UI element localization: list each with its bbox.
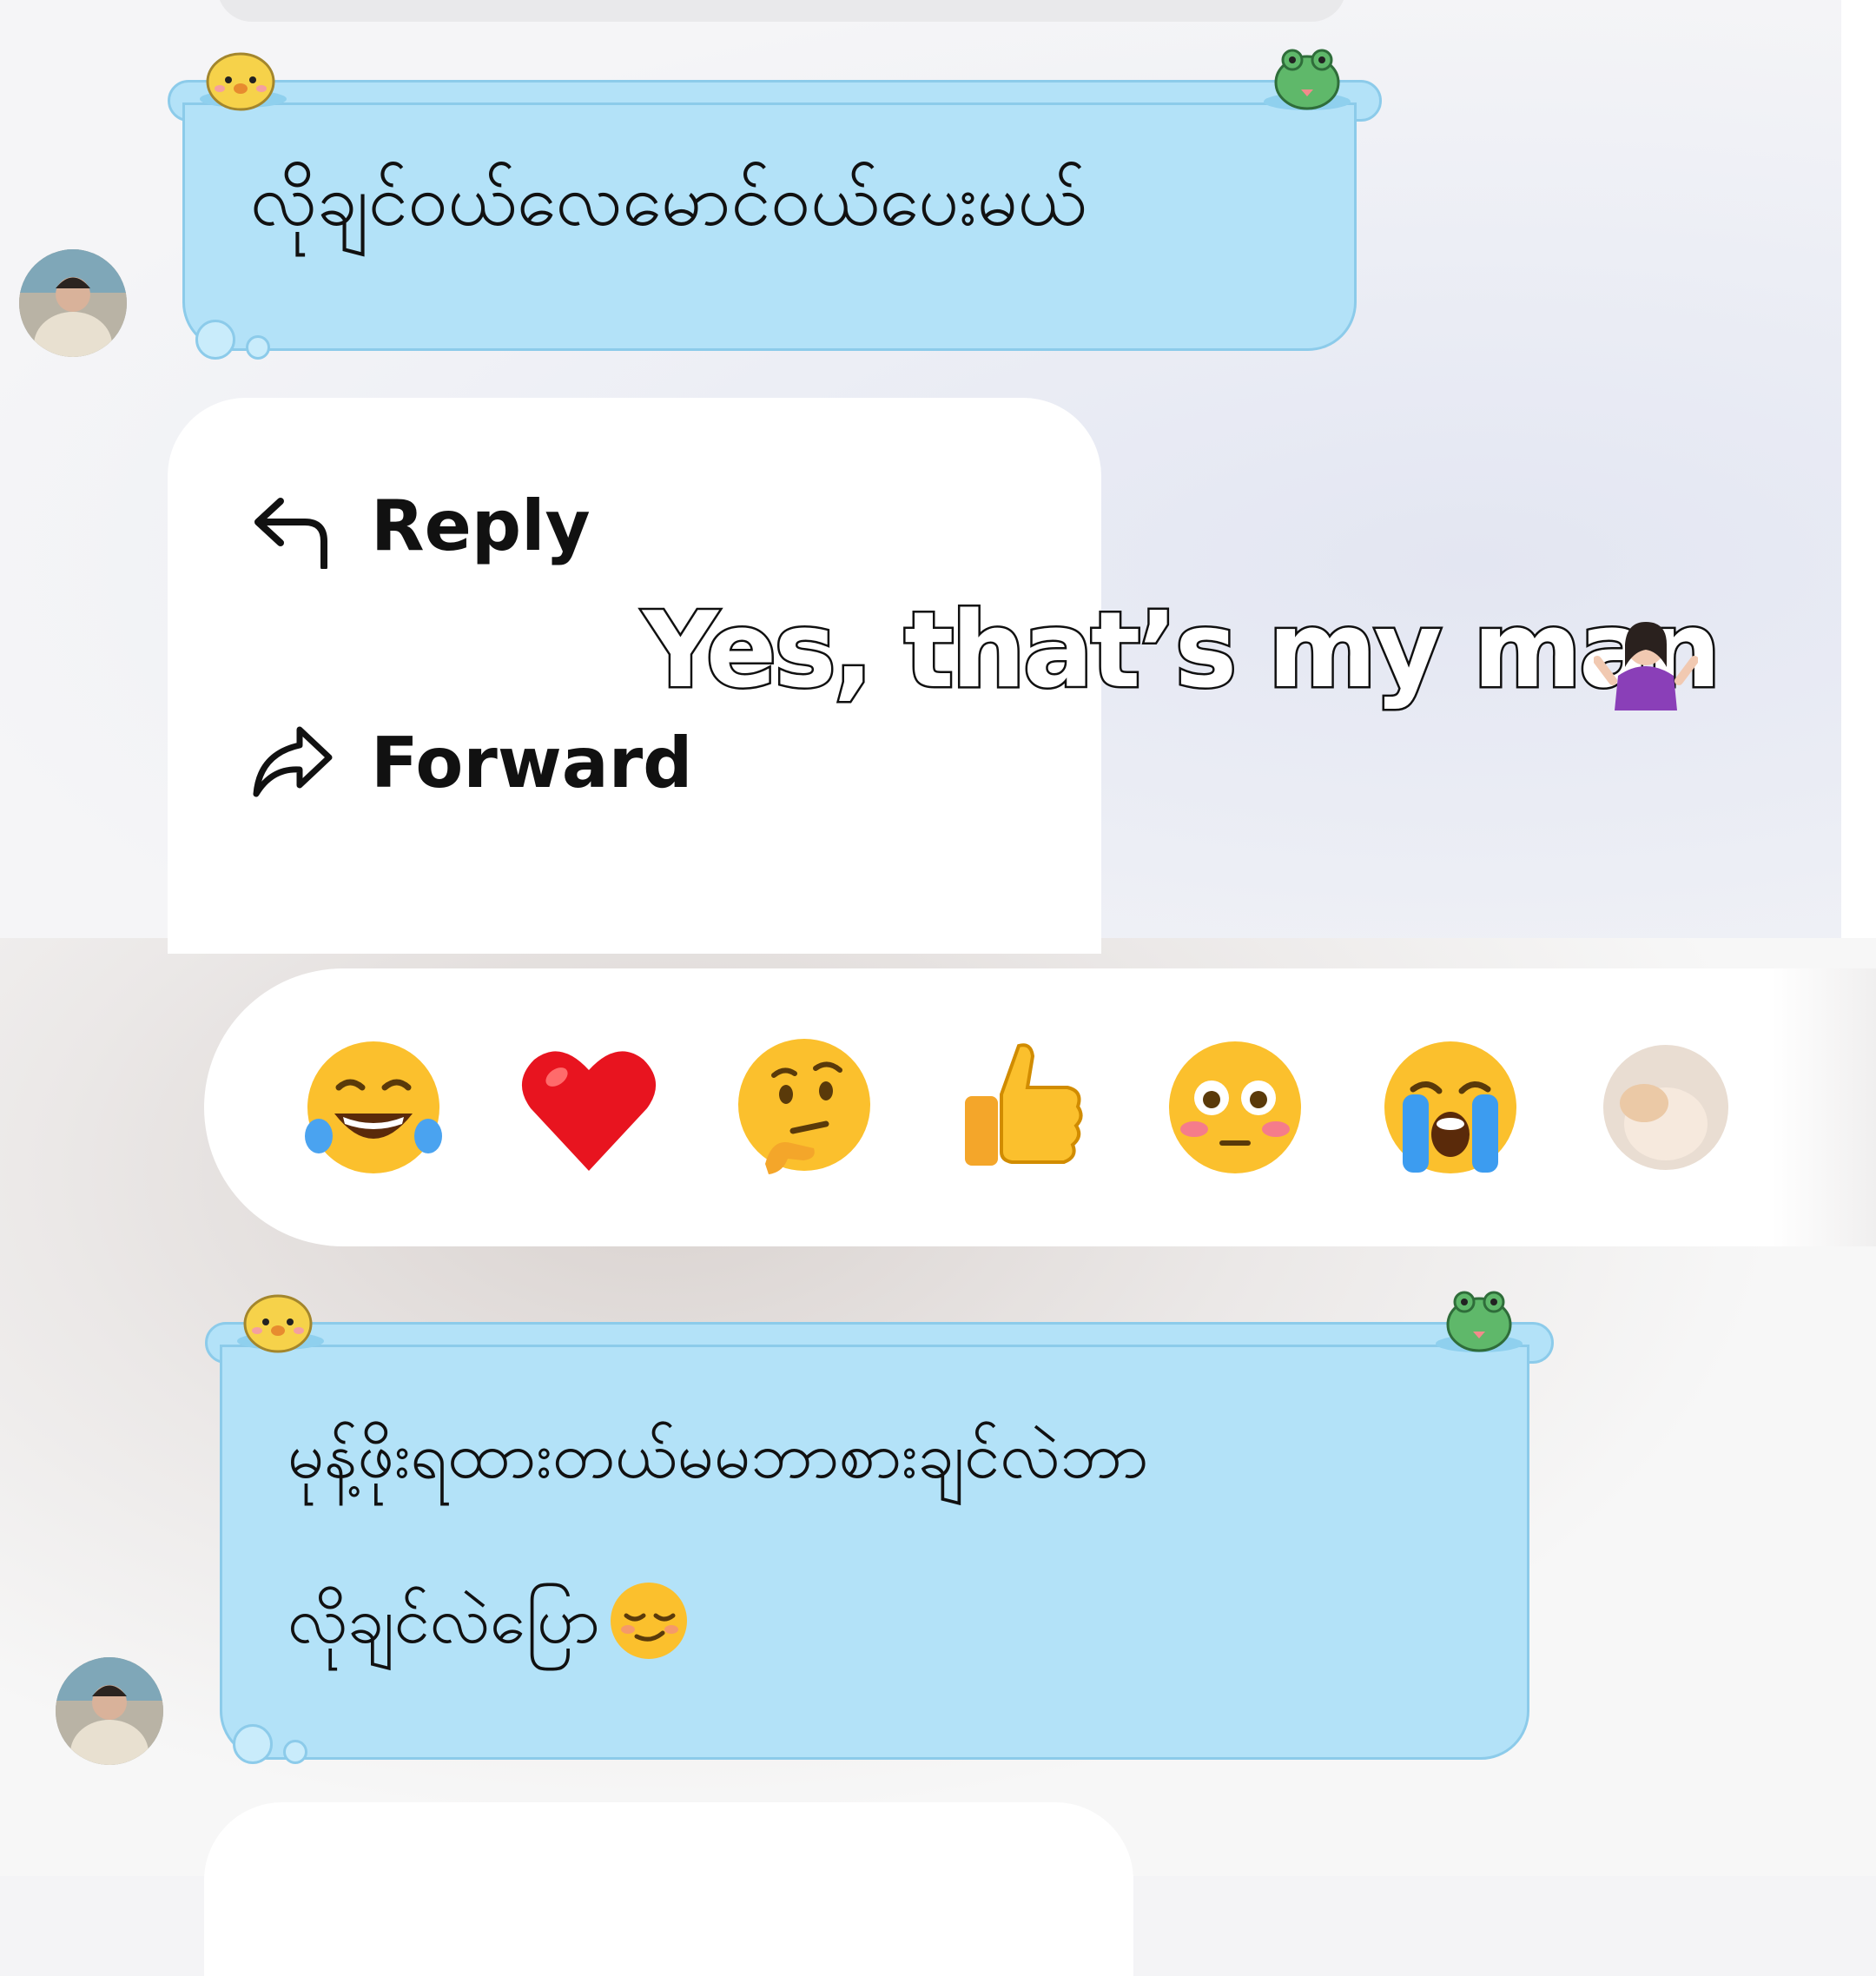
forward-arrow-icon — [253, 726, 333, 797]
avatar[interactable] — [56, 1657, 163, 1765]
bubble-dot — [233, 1724, 273, 1764]
relieved-face-emoji-icon — [610, 1583, 687, 1659]
reaction-picker-bar — [204, 968, 1876, 1246]
bubble-dot — [283, 1740, 307, 1764]
flushed-face-emoji-icon[interactable] — [1161, 1034, 1309, 1181]
forward-menu-item[interactable]: Forward — [248, 719, 692, 806]
video-caption-overlay: Yes, that’s my man — [640, 589, 1722, 714]
laughing-tears-emoji-icon[interactable] — [300, 1034, 447, 1181]
message-text: လိုချင်လဲပြော — [287, 1583, 600, 1658]
thumbs-up-emoji-icon[interactable] — [946, 1034, 1093, 1181]
message-bubble[interactable]: မုန့်ဖိုးရထားတယ်မမဘာစားချင်လဲဘာ လိုချင်လ… — [220, 1345, 1529, 1760]
message-bubble[interactable]: လိုချင်ဝယ်လေမောင်ဝယ်ပေးမယ် — [182, 102, 1357, 351]
avatar[interactable] — [19, 249, 127, 357]
panel-edge — [1841, 0, 1876, 938]
previous-message-bubble[interactable] — [217, 0, 1346, 22]
person-shrugging-icon — [1594, 622, 1698, 710]
frog-sticker-icon — [1264, 49, 1351, 110]
message-text-line-2: လိုချင်လဲပြော — [287, 1538, 692, 1703]
loudly-crying-face-emoji-icon[interactable] — [1377, 1034, 1524, 1181]
chick-sticker-icon — [200, 52, 287, 111]
bubble-dot — [246, 335, 270, 360]
see-no-evil-monkey-emoji-icon[interactable] — [1592, 1034, 1740, 1181]
message-context-menu — [204, 1802, 1133, 1976]
red-heart-emoji-icon[interactable] — [515, 1034, 663, 1181]
bubble-dot — [195, 320, 235, 360]
chick-sticker-icon — [237, 1294, 324, 1353]
reply-label: Reply — [371, 485, 591, 566]
forward-label: Forward — [371, 722, 693, 803]
frog-sticker-icon — [1436, 1291, 1523, 1352]
message-text: လိုချင်ဝယ်လေမောင်ဝယ်ပေးမယ် — [250, 160, 1087, 242]
reply-arrow-icon — [254, 498, 327, 569]
message-text-line-1: မုန့်ဖိုးရထားတယ်မမဘာစားချင်လဲဘာ — [287, 1418, 1149, 1493]
reply-menu-item[interactable]: Reply — [248, 482, 591, 569]
thinking-face-emoji-icon[interactable] — [730, 1034, 878, 1181]
